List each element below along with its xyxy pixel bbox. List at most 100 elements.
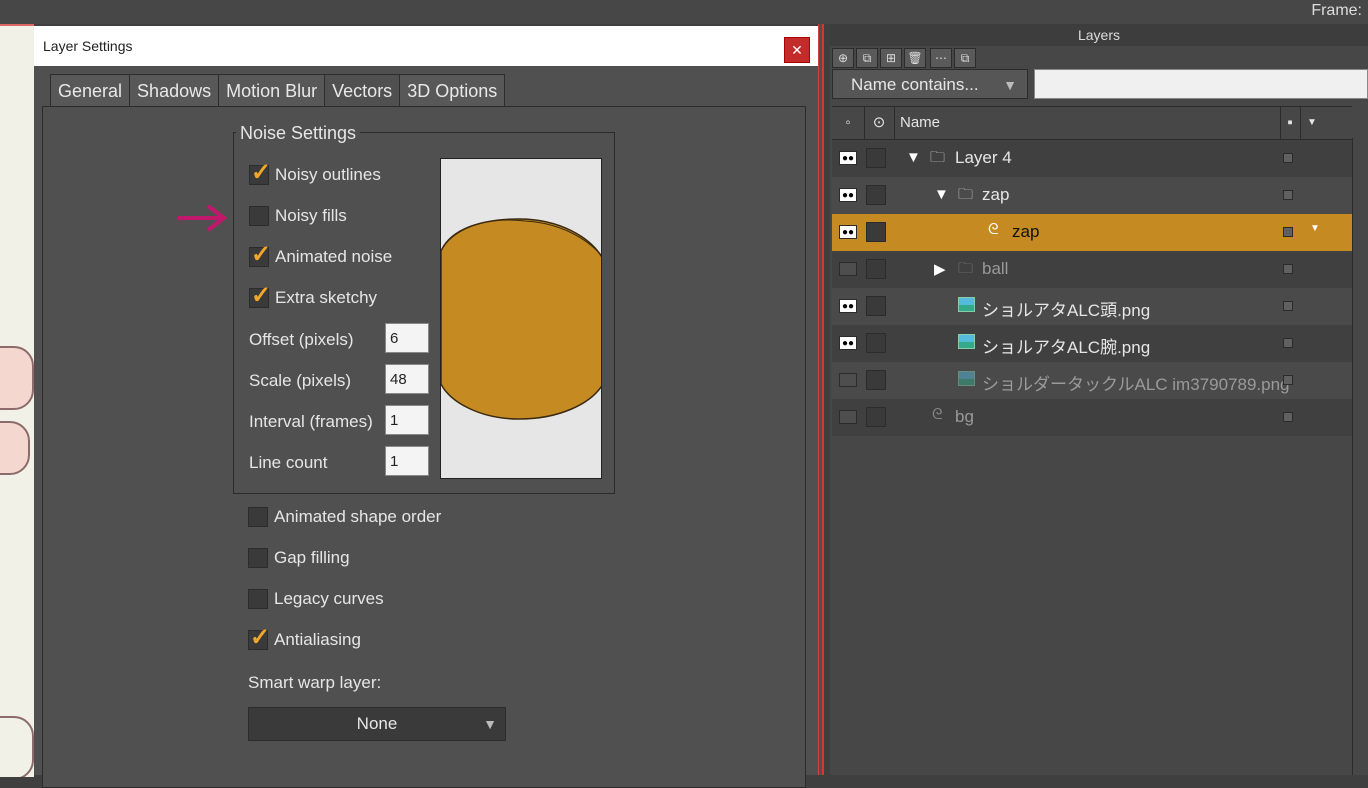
smart-warp-dropdown[interactable]: None ▼ xyxy=(248,707,506,741)
visibility-eye-icon[interactable]: ●● xyxy=(839,225,857,239)
lock-toggle[interactable] xyxy=(866,370,886,390)
legacy-curves-checkbox[interactable]: Legacy curves xyxy=(248,589,384,609)
visibility-eye-icon[interactable]: ●● xyxy=(839,299,857,313)
lock-toggle[interactable] xyxy=(866,333,886,353)
offset-input[interactable]: 6 xyxy=(385,323,429,353)
layer-color-swatch[interactable] xyxy=(1283,190,1293,200)
checkbox-box[interactable] xyxy=(249,206,269,226)
tab-vectors[interactable]: Vectors xyxy=(324,74,401,107)
layer-settings-dialog: Layer Settings ✕ General Shadows Motion … xyxy=(34,26,818,788)
layer-color-swatch[interactable] xyxy=(1283,227,1293,237)
tab-bar: General Shadows Motion Blur Vectors 3D O… xyxy=(50,74,506,107)
duplicate-layer-icon[interactable]: ⧉ xyxy=(856,48,878,68)
layer-row[interactable]: ᘓ bg xyxy=(832,399,1352,436)
tab-motion-blur[interactable]: Motion Blur xyxy=(218,74,326,106)
visibility-eye-icon[interactable] xyxy=(839,262,857,276)
dropdown-arrow-icon: ▼ xyxy=(1003,77,1017,93)
layer-color-swatch[interactable] xyxy=(1283,375,1293,385)
lock-toggle[interactable] xyxy=(866,222,886,242)
name-filter-dropdown[interactable]: Name contains... ▼ xyxy=(832,69,1028,99)
visibility-eye-icon[interactable] xyxy=(839,410,857,424)
delete-layer-icon[interactable]: 🗑 xyxy=(904,48,926,68)
close-button[interactable]: ✕ xyxy=(784,37,810,63)
layer-row[interactable]: ●● ショルアタALC腕.png xyxy=(832,325,1352,362)
dialog-titlebar[interactable]: Layer Settings ✕ xyxy=(34,26,818,66)
sketch-stroke xyxy=(0,716,34,777)
layer-color-swatch[interactable] xyxy=(1283,412,1293,422)
tab-shadows[interactable]: Shadows xyxy=(129,74,220,106)
animated-shape-order-checkbox[interactable]: Animated shape order xyxy=(248,507,441,527)
name-column-header[interactable]: Name xyxy=(900,107,1281,139)
layer-name: ショルダータックルALC im3790789.png xyxy=(982,375,1290,394)
line-count-input[interactable]: 1 xyxy=(385,446,429,476)
checkbox-box[interactable] xyxy=(249,240,271,269)
tab-general[interactable]: General xyxy=(50,74,131,106)
lock-toggle[interactable] xyxy=(866,296,886,316)
checkbox-label: Noisy fills xyxy=(275,206,347,225)
lock-column-icon[interactable]: ⊙ xyxy=(864,107,895,139)
expand-caret-icon[interactable]: ▼ xyxy=(934,186,949,203)
layer-color-swatch[interactable] xyxy=(1283,264,1293,274)
vector-layer-icon: ᘓ xyxy=(932,406,943,423)
layers-scrollbar[interactable] xyxy=(1352,138,1368,775)
scale-input[interactable]: 48 xyxy=(385,364,429,394)
layer-color-swatch[interactable] xyxy=(1283,301,1293,311)
layer-row-selected[interactable]: ●● ᘓ zap ▼ xyxy=(832,214,1352,251)
noisy-outlines-checkbox[interactable]: Noisy outlines xyxy=(249,158,381,187)
checkbox-box[interactable] xyxy=(248,507,268,527)
layer-row[interactable]: ●● ▼ 🗀 zap xyxy=(832,177,1352,214)
gap-filling-checkbox[interactable]: Gap filling xyxy=(248,548,350,568)
lock-toggle[interactable] xyxy=(866,148,886,168)
new-layer-icon[interactable]: ⊕ xyxy=(832,48,854,68)
layer-row[interactable]: ▶ 🗀 ball xyxy=(832,251,1352,288)
interval-input[interactable]: 1 xyxy=(385,405,429,435)
checkbox-box[interactable] xyxy=(248,589,268,609)
offset-label: Offset (pixels) xyxy=(249,330,354,349)
image-layer-icon xyxy=(958,332,975,349)
row-menu-arrow-icon[interactable]: ▼ xyxy=(1310,223,1320,234)
copy-icon[interactable]: ⧉ xyxy=(954,48,976,68)
visibility-eye-icon[interactable]: ●● xyxy=(839,151,857,165)
layer-row[interactable]: ●● ▼ 🗀 Layer 4 xyxy=(832,140,1352,177)
name-filter-input[interactable] xyxy=(1034,69,1368,99)
collapse-caret-icon[interactable]: ▶ xyxy=(934,260,946,278)
checkbox-label: Noisy outlines xyxy=(275,165,381,184)
extra-sketchy-checkbox[interactable]: Extra sketchy xyxy=(249,281,377,310)
tab-3d-options[interactable]: 3D Options xyxy=(399,74,506,106)
scale-label: Scale (pixels) xyxy=(249,371,352,390)
pointer-arrow-icon xyxy=(178,204,228,232)
visibility-eye-icon[interactable]: ●● xyxy=(839,336,857,350)
noise-settings-title: Noise Settings xyxy=(236,123,361,144)
checkbox-label: Gap filling xyxy=(274,548,350,567)
visibility-column-icon[interactable]: ◦ xyxy=(832,107,865,139)
color-column-icon[interactable]: ▪ xyxy=(1280,107,1301,139)
noisy-fills-checkbox[interactable]: Noisy fills xyxy=(249,206,347,226)
antialiasing-checkbox[interactable]: Antialiasing xyxy=(248,623,361,652)
more-icon[interactable]: ⋯ xyxy=(930,48,952,68)
canvas-strip[interactable] xyxy=(0,24,34,777)
checkbox-box[interactable] xyxy=(248,623,270,652)
column-menu-arrow-icon[interactable]: ▼ xyxy=(1302,107,1322,139)
noise-settings-group: Noise Settings Noisy outlines Noisy fill… xyxy=(233,123,615,494)
visibility-eye-icon[interactable]: ●● xyxy=(839,188,857,202)
dialog-right-edge xyxy=(818,24,824,775)
preview-shape xyxy=(441,218,601,420)
layer-row[interactable]: ●● ショルアタALC頭.png xyxy=(832,288,1352,325)
checkbox-label: Antialiasing xyxy=(274,630,361,649)
visibility-eye-icon[interactable] xyxy=(839,373,857,387)
new-folder-icon[interactable]: ⊞ xyxy=(880,48,902,68)
lock-toggle[interactable] xyxy=(866,259,886,279)
lock-toggle[interactable] xyxy=(866,407,886,427)
checkbox-box[interactable] xyxy=(248,548,268,568)
animated-noise-checkbox[interactable]: Animated noise xyxy=(249,240,392,269)
layer-color-swatch[interactable] xyxy=(1283,153,1293,163)
checkbox-box[interactable] xyxy=(249,281,271,310)
layer-name: ショルアタALC腕.png xyxy=(982,338,1151,357)
lock-toggle[interactable] xyxy=(866,185,886,205)
layer-name: bg xyxy=(955,407,974,426)
checkbox-box[interactable] xyxy=(249,158,271,187)
layer-row[interactable]: ショルダータックルALC im3790789.png xyxy=(832,362,1352,399)
layer-color-swatch[interactable] xyxy=(1283,338,1293,348)
expand-caret-icon[interactable]: ▼ xyxy=(906,149,921,166)
sketch-stroke xyxy=(0,421,30,475)
